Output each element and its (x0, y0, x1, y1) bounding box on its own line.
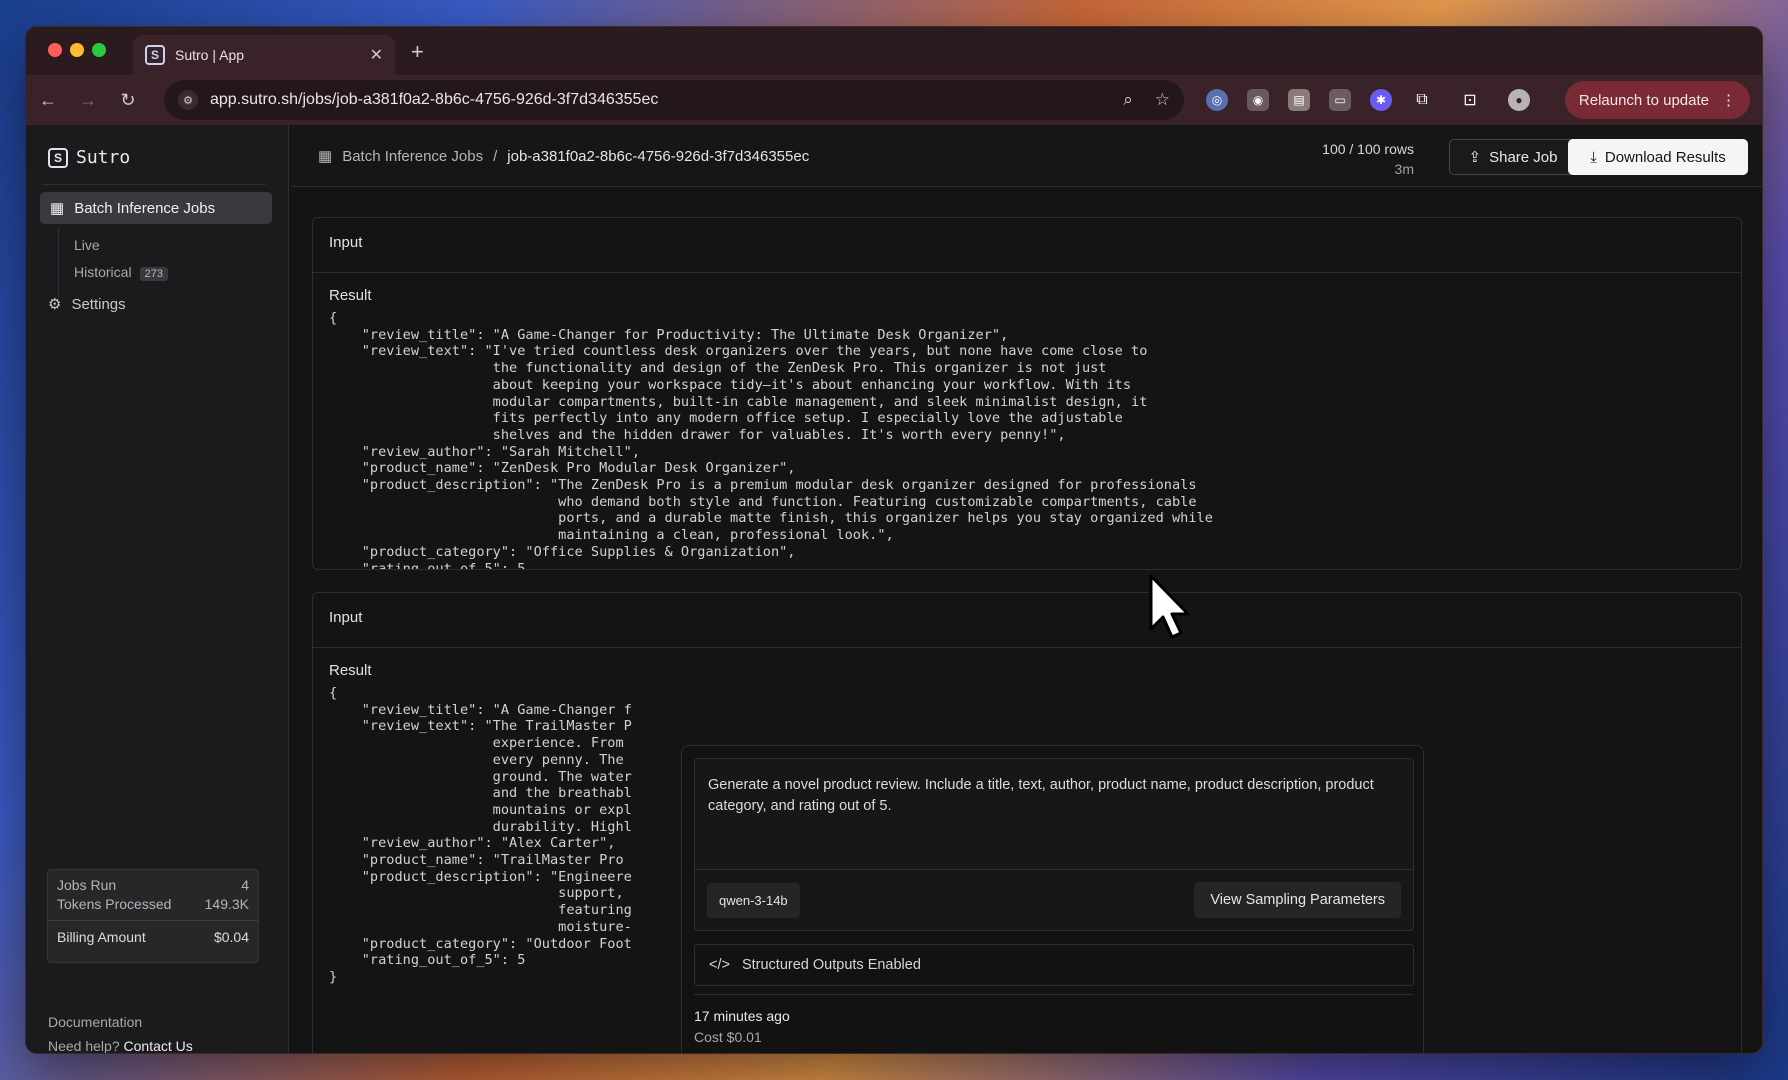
gear-icon: ⚙ (48, 296, 62, 313)
tab-bar: S Sutro | App ✕ + (26, 27, 1762, 75)
extension-gear-icon[interactable]: ✱ (1370, 89, 1392, 111)
close-tab-icon[interactable]: ✕ (370, 45, 383, 65)
usage-stats-card: Jobs Run 4 Tokens Processed 149.3K Billi… (47, 869, 259, 963)
grid-icon: ▦ (318, 148, 333, 165)
favicon-icon: S (145, 45, 165, 65)
sidebar-divider (42, 184, 266, 185)
prompt-box: Generate a novel product review. Include… (694, 758, 1414, 931)
site-info-icon[interactable]: ⚙ (178, 90, 198, 110)
contact-us-link[interactable]: Contact Us (124, 1038, 193, 1053)
stat-row: Jobs Run 4 (48, 870, 258, 893)
reload-icon[interactable]: ↻ (108, 90, 148, 111)
relaunch-button[interactable]: Relaunch to update ⋮ (1564, 81, 1750, 119)
result-json: { "review_title": "A Game-Changer for Pr… (329, 310, 1213, 570)
window-controls (48, 43, 106, 57)
download-results-button[interactable]: ⤓ Download Results (1568, 139, 1748, 175)
historical-count-badge: 273 (139, 267, 168, 281)
browser-toolbar: ← → ↻ ⚙ app.sutro.sh/jobs/job-a381f0a2-8… (26, 75, 1762, 125)
relaunch-label: Relaunch to update (1578, 91, 1709, 109)
address-bar[interactable]: ⚙ app.sutro.sh/jobs/job-a381f0a2-8b6c-47… (164, 80, 1184, 120)
help-text: Need help? Contact Us (48, 1038, 193, 1054)
browser-window: S Sutro | App ✕ + ← → ↻ ⚙ app.sutro.sh/j… (25, 26, 1763, 1054)
result-card: Input Result { "review_title": "A Game-C… (312, 217, 1742, 570)
sidebar-item-settings[interactable]: ⚙ Settings (48, 295, 126, 314)
stat-label: Billing Amount (57, 929, 146, 945)
zoom-icon[interactable]: ⌕ (1123, 90, 1133, 110)
sidebar: S Sutro ▦ Batch Inference Jobs Live Hist… (26, 125, 289, 1053)
new-tab-icon[interactable]: + (411, 39, 424, 65)
share-job-button[interactable]: ⇪ Share Job (1449, 139, 1577, 175)
sidebar-item-historical[interactable]: Historical 273 (74, 264, 168, 281)
extensions-puzzle-icon[interactable]: ⧉ (1411, 89, 1433, 111)
result-label: Result (329, 662, 372, 679)
job-progress: 100 / 100 rows 3m (1322, 139, 1414, 179)
maximize-window-button[interactable] (92, 43, 106, 57)
code-icon: </> (709, 957, 730, 973)
stat-label: Jobs Run (57, 877, 117, 893)
download-icon: ⤓ (1590, 148, 1597, 166)
extension-camera-icon[interactable]: ◉ (1247, 89, 1269, 111)
logo-icon: S (48, 147, 68, 168)
brand-logo[interactable]: S Sutro (48, 147, 130, 168)
job-header: ▦ Batch Inference Jobs / job-a381f0a2-8b… (290, 125, 1762, 187)
grid-icon: ▦ (50, 200, 65, 217)
time-ago: 17 minutes ago (694, 1008, 790, 1024)
tab-search-icon[interactable]: ⊡ (1459, 89, 1481, 111)
documentation-link[interactable]: Documentation (48, 1014, 142, 1030)
breadcrumb-root[interactable]: Batch Inference Jobs (342, 148, 483, 165)
stat-row: Tokens Processed 149.3K (48, 893, 258, 912)
input-popover: Generate a novel product review. Include… (681, 745, 1424, 1053)
download-label: Download Results (1604, 148, 1726, 166)
model-badge: qwen-3-14b (707, 882, 800, 918)
structured-outputs-row[interactable]: </> Structured Outputs Enabled (694, 944, 1414, 986)
browser-tab[interactable]: S Sutro | App ✕ (133, 35, 395, 75)
rows-count: 100 / 100 rows (1322, 141, 1414, 157)
brand-name: Sutro (76, 147, 131, 168)
view-sampling-parameters-button[interactable]: View Sampling Parameters (1194, 882, 1401, 918)
popover-divider (694, 994, 1413, 995)
stat-value: $0.04 (213, 929, 249, 945)
extension-note-icon[interactable]: ▤ (1288, 89, 1310, 111)
forward-icon[interactable]: → (68, 90, 108, 111)
bookmark-star-icon[interactable]: ☆ (1155, 90, 1170, 110)
tab-title: Sutro | App (175, 47, 245, 63)
back-icon[interactable]: ← (28, 90, 68, 111)
minimize-window-button[interactable] (70, 43, 84, 57)
share-icon: ⇪ (1468, 149, 1482, 166)
prompt-text: Generate a novel product review. Include… (708, 777, 1374, 814)
url-text: app.sutro.sh/jobs/job-a381f0a2-8b6c-4756… (210, 91, 659, 108)
breadcrumb: ▦ Batch Inference Jobs / job-a381f0a2-8b… (318, 147, 810, 166)
structured-label: Structured Outputs Enabled (741, 957, 921, 973)
breadcrumb-separator: / (493, 147, 498, 165)
subnav-line (58, 227, 59, 297)
close-window-button[interactable] (48, 43, 62, 57)
billing-row: Billing Amount $0.04 (48, 920, 258, 945)
sidebar-item-label: Settings (71, 295, 126, 313)
profile-avatar[interactable]: ● (1508, 89, 1530, 111)
extension-tag-icon[interactable]: ▭ (1329, 89, 1351, 111)
stat-value: 4 (241, 877, 249, 893)
result-label: Result (329, 287, 372, 304)
share-label: Share Job (1489, 148, 1558, 166)
input-label: Input (313, 593, 1741, 648)
input-label: Input (313, 218, 1741, 273)
prompt-footer: qwen-3-14b View Sampling Parameters (695, 869, 1413, 930)
breadcrumb-current: job-a381f0a2-8b6c-4756-926d-3f7d346355ec (507, 147, 810, 165)
help-label: Need help? (48, 1038, 120, 1054)
mouse-cursor-icon (1148, 573, 1192, 646)
sidebar-item-live[interactable]: Live (74, 237, 100, 253)
kebab-menu-icon[interactable]: ⋮ (1721, 91, 1736, 109)
sidebar-item-label: Historical (74, 264, 132, 280)
stat-label: Tokens Processed (57, 896, 172, 912)
stat-value: 149.3K (204, 896, 249, 912)
sidebar-item-label: Batch Inference Jobs (74, 199, 216, 217)
extension-globe-icon[interactable]: ◎ (1206, 89, 1228, 111)
cost: Cost $0.01 (694, 1029, 762, 1045)
sidebar-item-batch-jobs[interactable]: ▦ Batch Inference Jobs (40, 192, 272, 224)
app-content: S Sutro ▦ Batch Inference Jobs Live Hist… (26, 125, 1762, 1053)
job-duration: 3m (1394, 161, 1414, 177)
